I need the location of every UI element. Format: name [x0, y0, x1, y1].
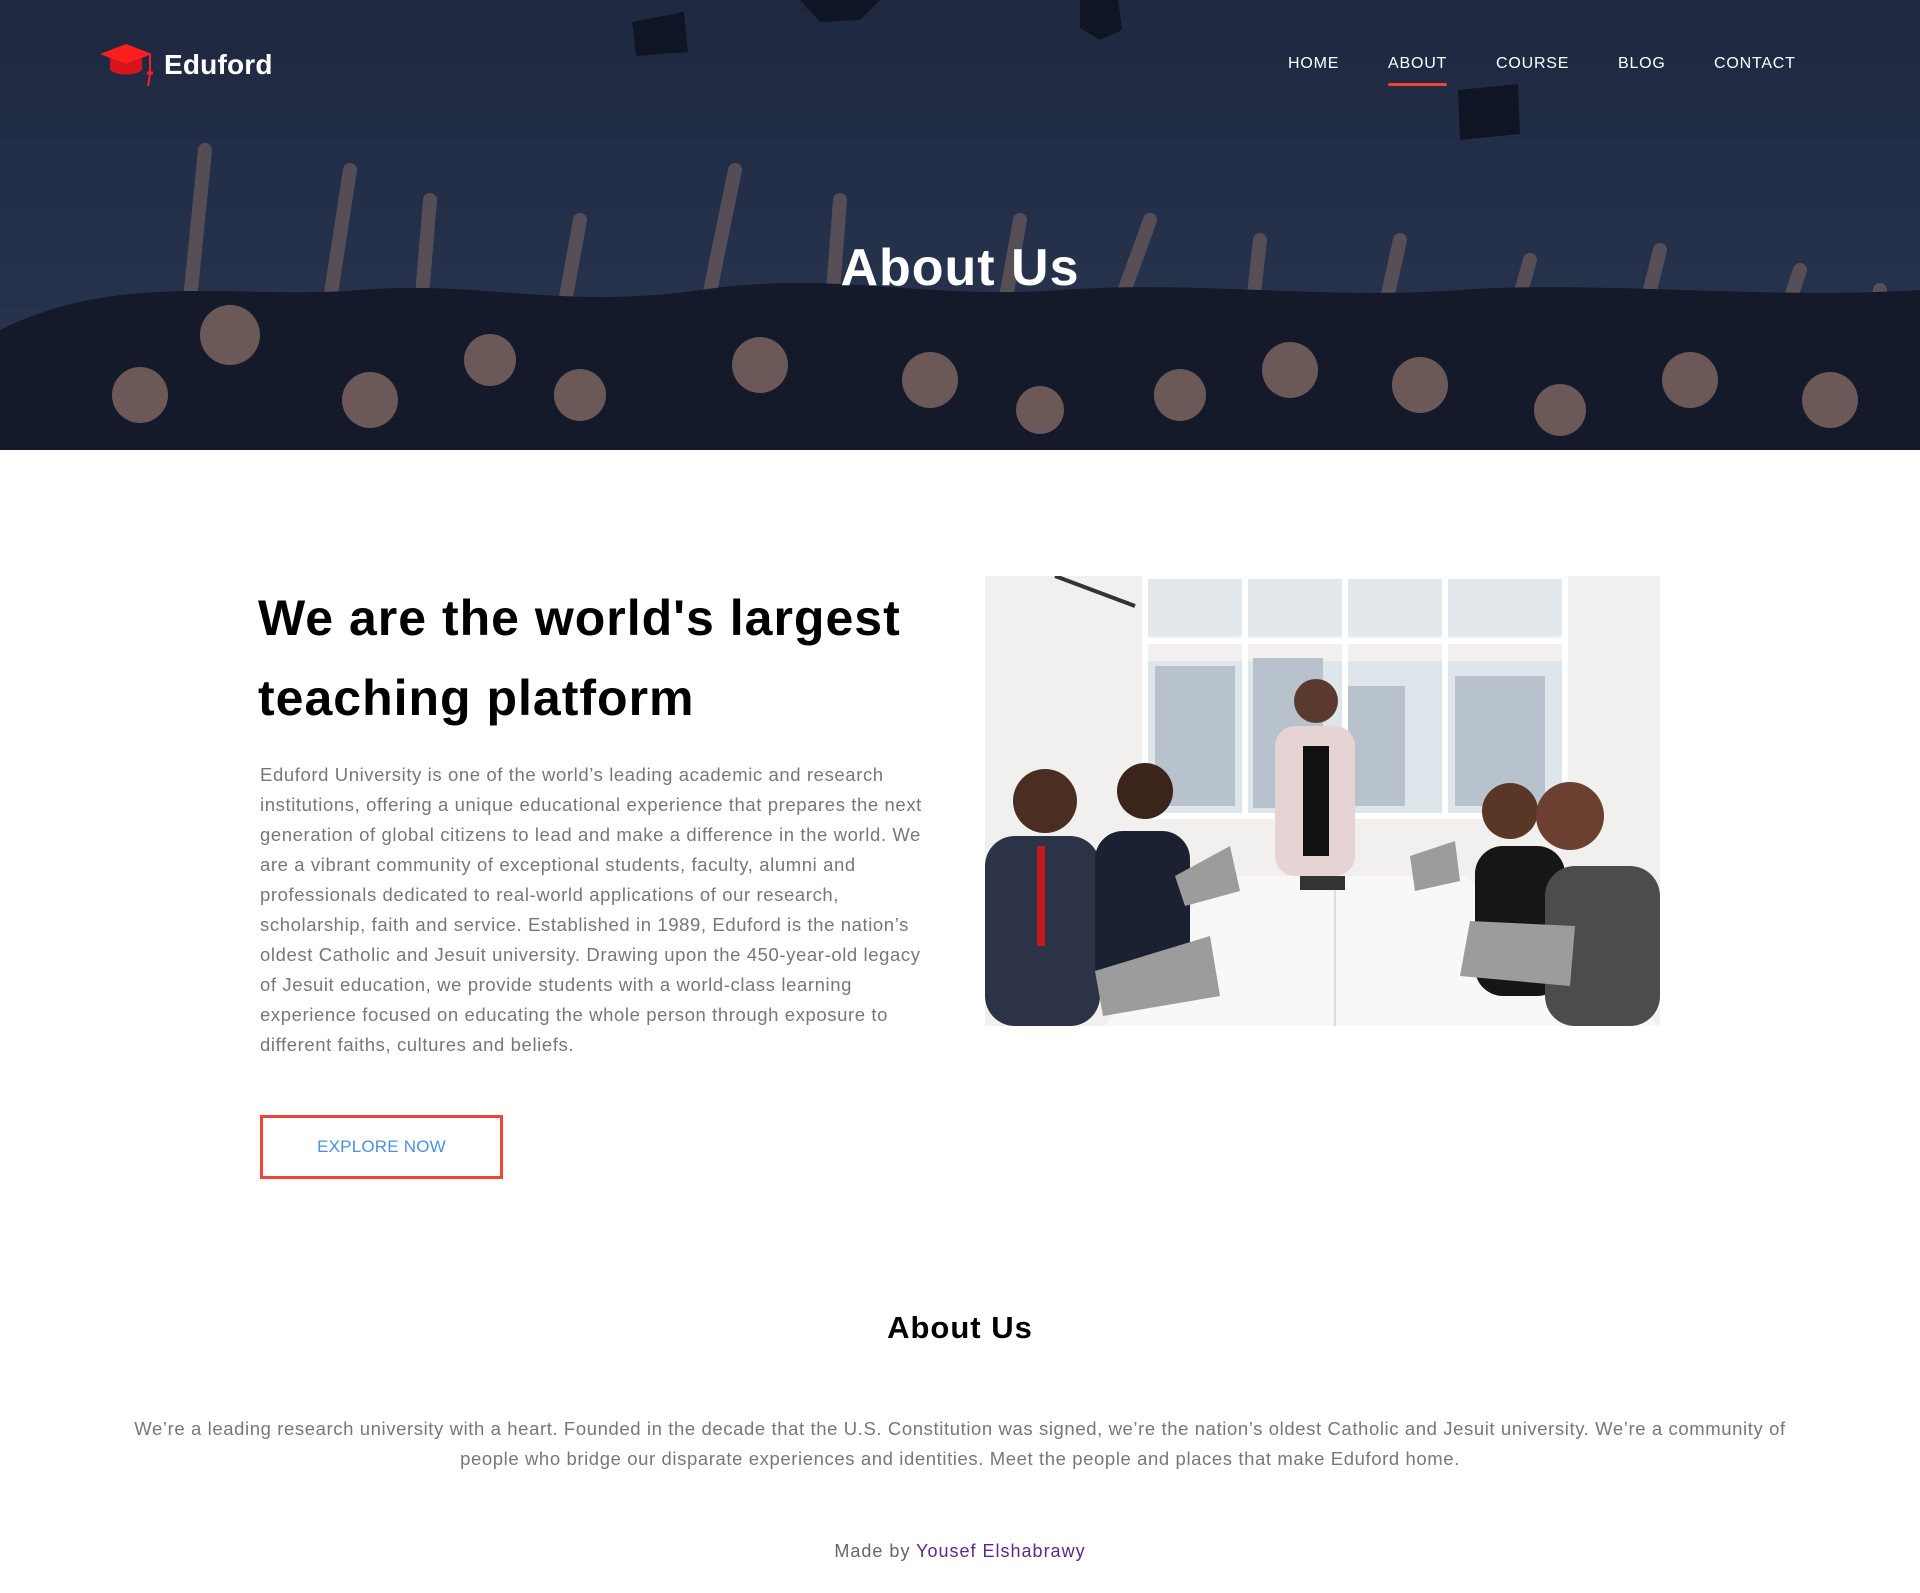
main-nav: HOME ABOUT COURSE BLOG CONTACT	[0, 55, 1920, 95]
nav-course[interactable]: COURSE	[1496, 55, 1569, 73]
footer-author-link[interactable]: Yousef Elshabrawy	[916, 1541, 1085, 1561]
nav-blog[interactable]: BLOG	[1618, 55, 1666, 73]
page-title: About Us	[840, 239, 1080, 297]
team-meeting-image	[985, 576, 1660, 1026]
nav-contact[interactable]: CONTACT	[1714, 55, 1796, 73]
section-title-about: About Us	[887, 1310, 1033, 1345]
footer: Made by Yousef Elshabrawy	[0, 1541, 1920, 1562]
nav-about[interactable]: ABOUT	[1388, 55, 1448, 86]
about-paragraph: Eduford University is one of the world’s…	[260, 764, 922, 1055]
footer-prefix: Made by	[834, 1541, 911, 1561]
team-meeting-photo	[985, 576, 1660, 1026]
section-paragraph: We’re a leading research university with…	[134, 1418, 1786, 1469]
hero-banner: Eduford HOME ABOUT COURSE BLOG CONTACT A…	[0, 0, 1920, 450]
about-heading: We are the world's largest teaching plat…	[258, 590, 901, 726]
explore-now-button[interactable]: EXPLORE NOW	[260, 1115, 503, 1179]
nav-home[interactable]: HOME	[1288, 55, 1339, 73]
